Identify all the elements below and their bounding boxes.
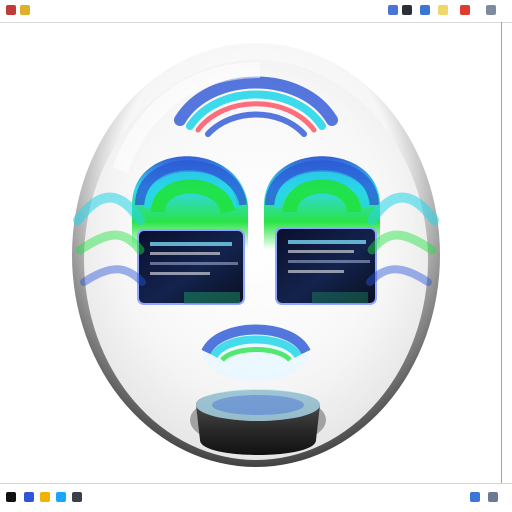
- taskbar-app-icon[interactable]: [24, 492, 34, 502]
- taskbar-app-icon[interactable]: [72, 492, 82, 502]
- right-eye: [264, 156, 380, 305]
- start-icon[interactable]: [6, 492, 16, 502]
- left-eye: [132, 156, 248, 305]
- sphere-base: [190, 389, 326, 455]
- taskbar-app-icon[interactable]: [56, 492, 66, 502]
- tray-icon[interactable]: [488, 492, 498, 502]
- tray-icon[interactable]: [470, 492, 480, 502]
- mouth-arc: [201, 324, 311, 381]
- crystal-ball-artwork: [72, 43, 440, 467]
- taskbar-app-icon[interactable]: [40, 492, 50, 502]
- desktop-screen: [0, 0, 512, 512]
- taskbar: [0, 483, 512, 512]
